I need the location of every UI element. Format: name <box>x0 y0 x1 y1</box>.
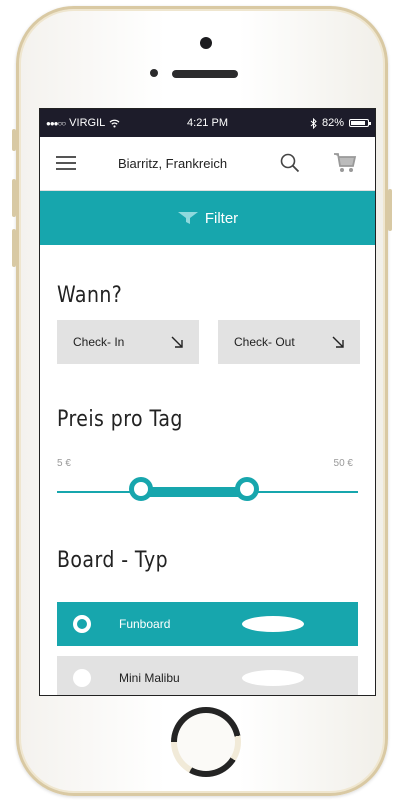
mute-switch <box>12 129 16 151</box>
board-option-funboard[interactable]: Funboard <box>57 602 358 646</box>
arrow-down-right-icon <box>332 336 344 348</box>
app-bar: Biarritz, Frankreich <box>40 137 375 191</box>
price-title: Preis pro Tag <box>57 407 183 432</box>
board-option-label: Mini Malibu <box>119 671 180 685</box>
price-min-label: 5 € <box>57 458 71 469</box>
arrow-down-right-icon <box>171 336 183 348</box>
earpiece-speaker <box>172 70 238 78</box>
home-button[interactable] <box>171 707 241 777</box>
filter-label: Filter <box>204 209 239 227</box>
price-slider-max-handle[interactable] <box>235 477 259 501</box>
board-option-mini-malibu[interactable]: Mini Malibu <box>57 656 358 695</box>
board-type-title: Board - Typ <box>57 548 169 573</box>
check-in-button[interactable]: Check- In <box>57 320 199 364</box>
filter-button[interactable]: Filter <box>40 191 375 245</box>
cart-icon[interactable] <box>333 152 357 174</box>
phone-screen: ●●●○○ VIRGIL 4:21 PM 82% Biarritz, Frank… <box>39 108 376 696</box>
power-button <box>388 189 392 231</box>
price-slider-range <box>140 487 246 497</box>
check-in-label: Check- In <box>73 335 125 349</box>
funnel-icon <box>177 212 198 224</box>
radio-unselected-icon[interactable] <box>73 669 91 687</box>
hamburger-menu-icon[interactable] <box>56 156 76 170</box>
volume-up-button <box>12 179 16 217</box>
when-title: Wann? <box>57 283 123 308</box>
surfboard-icon <box>242 616 304 632</box>
battery-icon <box>349 119 371 127</box>
price-max-label: 50 € <box>333 458 353 469</box>
volume-down-button <box>12 229 16 267</box>
filter-content: Wann? Check- In Check- Out Preis pro Tag… <box>40 245 375 695</box>
status-right: 82% <box>310 117 371 129</box>
board-option-label: Funboard <box>119 617 171 631</box>
search-icon[interactable] <box>280 153 300 173</box>
check-out-label: Check- Out <box>234 335 295 349</box>
surfboard-icon <box>242 670 304 686</box>
location-title[interactable]: Biarritz, Frankreich <box>118 156 227 171</box>
check-out-button[interactable]: Check- Out <box>218 320 360 364</box>
front-camera <box>200 37 212 49</box>
radio-selected-icon[interactable] <box>73 615 91 633</box>
battery-percent: 82% <box>321 117 344 129</box>
status-bar: ●●●○○ VIRGIL 4:21 PM 82% <box>40 109 375 137</box>
price-slider-min-handle[interactable] <box>129 477 153 501</box>
proximity-sensor <box>150 69 158 77</box>
bluetooth-icon <box>310 117 317 129</box>
